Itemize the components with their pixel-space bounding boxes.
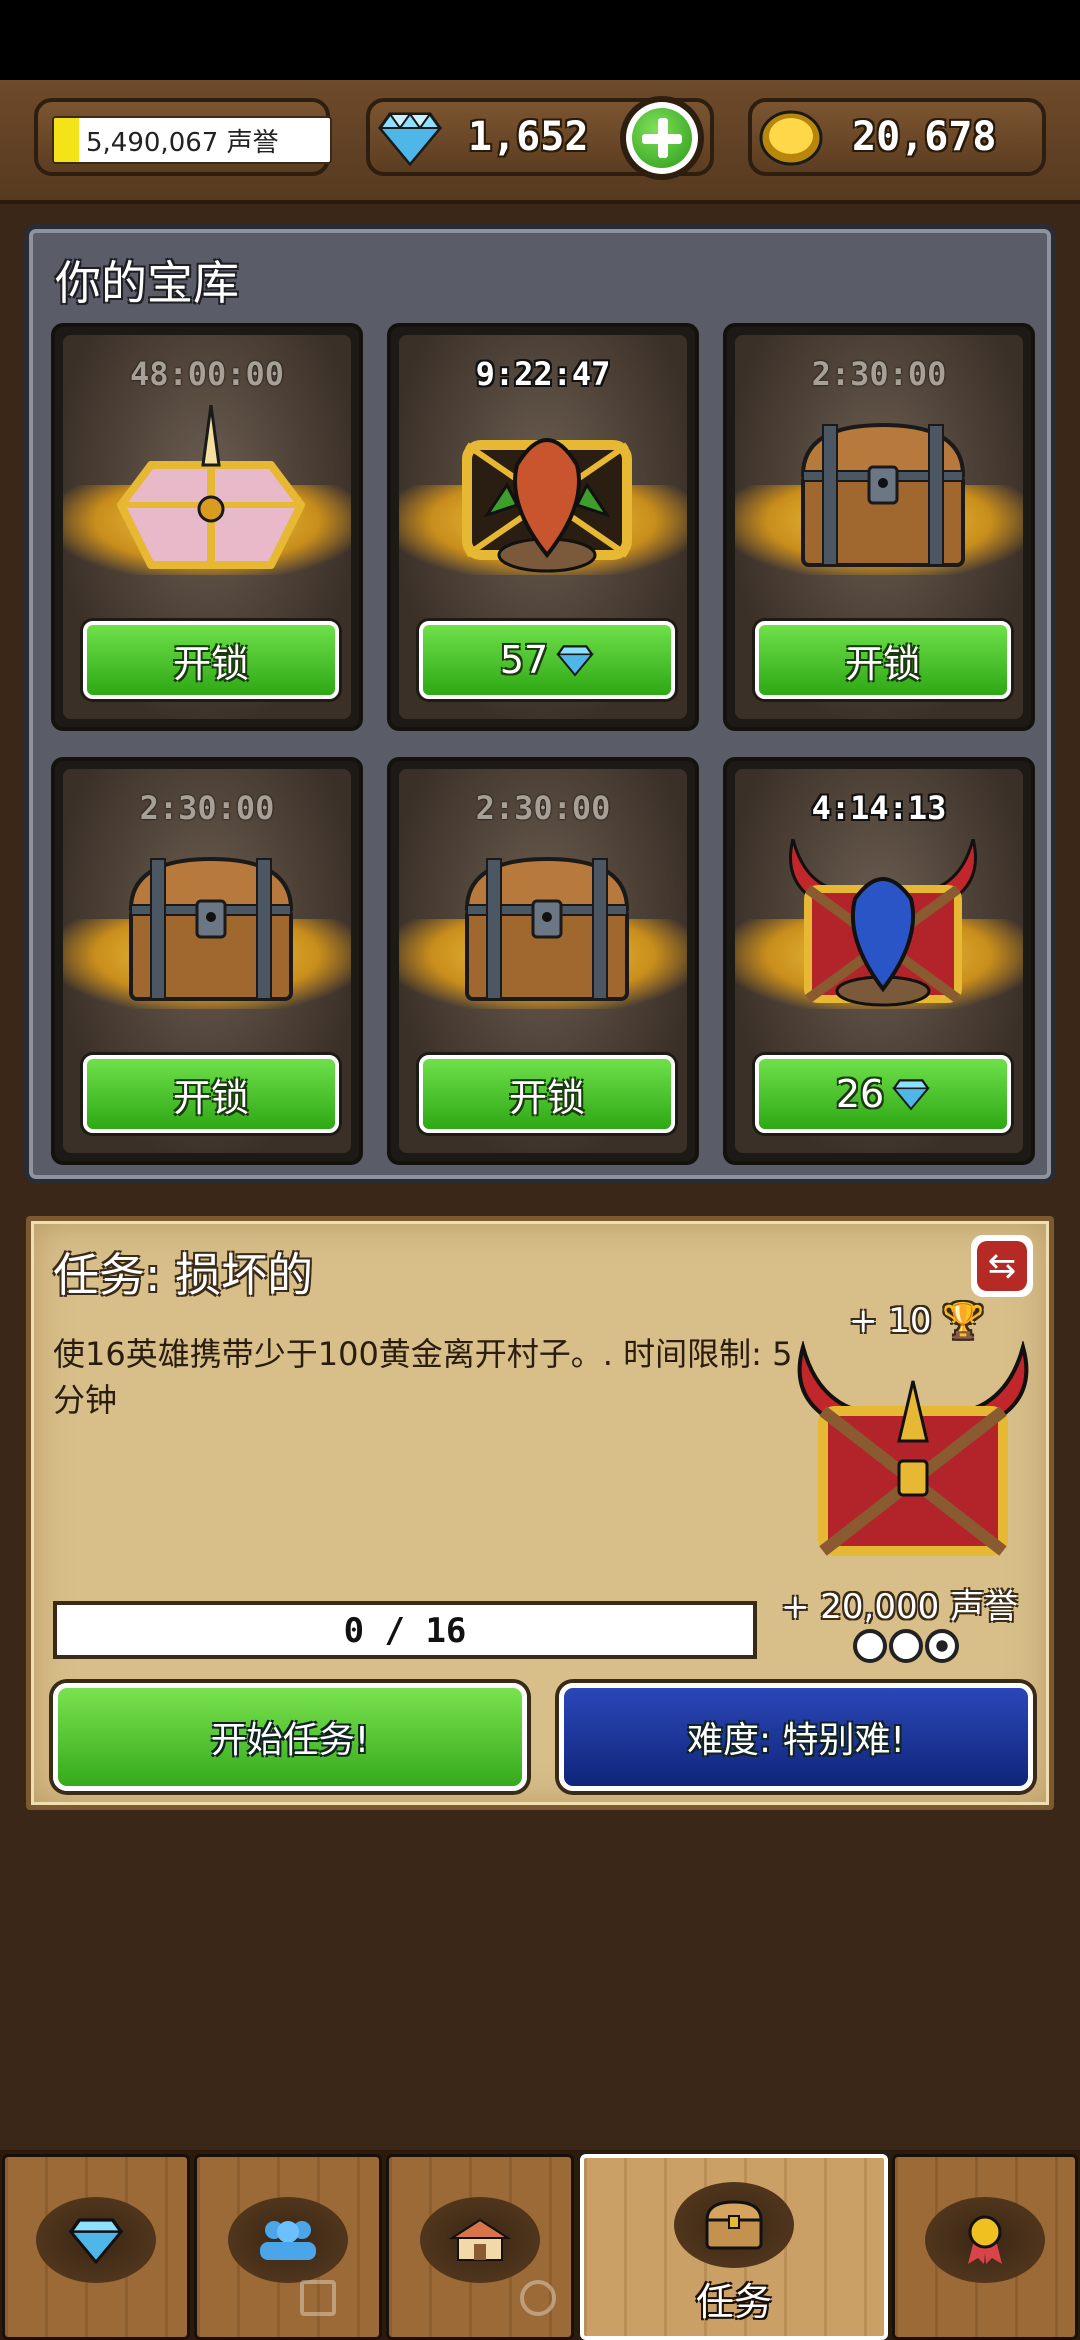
reputation-reward: + 20,000 声誉 xyxy=(781,1587,1019,1627)
difficulty-stars xyxy=(853,1629,959,1663)
chest-timer: 4:14:13 xyxy=(811,789,947,827)
chest-timer: 48:00:00 xyxy=(129,355,285,393)
gold-pill: 20,678 xyxy=(748,98,1046,176)
heroes-icon xyxy=(228,2197,348,2283)
chest-slot-6[interactable]: 4:14:13 26 xyxy=(723,757,1035,1165)
status-bar xyxy=(0,0,1080,80)
add-gems-button[interactable] xyxy=(620,96,704,180)
reputation-value: 5,490,067 声誉 xyxy=(86,128,279,158)
chest-timer: 9:22:47 xyxy=(475,355,611,393)
diamond-shop-icon xyxy=(36,2197,156,2283)
reputation-bar-fill xyxy=(54,118,79,162)
gold-value: 20,678 xyxy=(852,114,997,160)
village-icon xyxy=(420,2197,540,2283)
bottom-nav: 任务 xyxy=(0,2150,1080,2340)
difficulty-star xyxy=(853,1629,887,1663)
tab-quests-label: 任务 xyxy=(695,2280,772,2324)
goblin-horned-chest-icon xyxy=(789,839,977,1007)
reputation-pill: 5,490,067 声誉 xyxy=(34,98,332,176)
trophy-icon: 🏆 xyxy=(942,1301,985,1341)
gem-unlock-button[interactable]: 26 xyxy=(755,1055,1011,1133)
unlock-button[interactable]: 开锁 xyxy=(83,1055,339,1133)
difficulty-button[interactable]: 难度: 特别难! xyxy=(559,1683,1033,1791)
quest-description: 使16英雄携带少于100黄金离开村子。. 时间限制: 5分钟 xyxy=(53,1335,793,1419)
swap-quest-button[interactable]: ⇆ xyxy=(971,1235,1033,1297)
chest-timer: 2:30:00 xyxy=(139,789,275,827)
goblin-opening-chest-icon xyxy=(462,438,632,573)
quest-progress-text: 0 / 16 xyxy=(343,1611,467,1651)
gems-value: 1,652 xyxy=(468,114,589,160)
tab-quests[interactable]: 任务 xyxy=(580,2154,888,2340)
system-recents-button[interactable] xyxy=(300,2280,336,2316)
treasure-chest-icon xyxy=(674,2182,794,2268)
tab-shop[interactable] xyxy=(2,2154,190,2340)
tab-heroes[interactable] xyxy=(194,2154,382,2340)
unlock-button[interactable]: 开锁 xyxy=(755,621,1011,699)
unlock-button[interactable]: 开锁 xyxy=(419,1055,675,1133)
gold-coin-icon xyxy=(759,110,823,166)
wooden-chest-icon xyxy=(128,856,294,1001)
quest-progress-bar: 0 / 16 xyxy=(53,1601,757,1659)
gem-unlock-button[interactable]: 57 xyxy=(419,621,675,699)
chest-slot-1[interactable]: 48:00:00 开锁 xyxy=(51,323,363,731)
currency-bar: 5,490,067 声誉 1,652 20,678 xyxy=(0,80,1080,204)
diamond-icon xyxy=(556,645,594,677)
vault-panel: 你的宝库 48:00:00 开锁 9:22:47 57 2:30:00 开锁 2… xyxy=(24,224,1056,1184)
difficulty-star xyxy=(925,1629,959,1663)
chest-timer: 2:30:00 xyxy=(475,789,611,827)
plus-icon xyxy=(632,108,692,168)
quest-panel: 任务: 损坏的 ⇆ 使16英雄携带少于100黄金离开村子。. 时间限制: 5分钟… xyxy=(26,1216,1054,1810)
medal-icon xyxy=(925,2197,1045,2283)
quest-title: 任务: 损坏的 xyxy=(53,1248,314,1302)
chest-slot-3[interactable]: 2:30:00 开锁 xyxy=(723,323,1035,731)
unicorn-chest-icon xyxy=(117,405,305,569)
swap-icon: ⇆ xyxy=(977,1241,1027,1291)
system-home-button[interactable] xyxy=(520,2280,556,2316)
diamond-icon xyxy=(378,112,442,167)
chest-slot-4[interactable]: 2:30:00 开锁 xyxy=(51,757,363,1165)
tab-achievements[interactable] xyxy=(892,2154,1078,2340)
chest-slot-2[interactable]: 9:22:47 57 xyxy=(387,323,699,731)
start-quest-button[interactable]: 开始任务! xyxy=(53,1683,527,1791)
wooden-chest-icon xyxy=(800,422,966,567)
diamond-icon xyxy=(892,1079,930,1111)
reputation-bar: 5,490,067 声誉 xyxy=(52,116,332,164)
vault-title: 你的宝库 xyxy=(55,256,239,310)
unlock-button[interactable]: 开锁 xyxy=(83,621,339,699)
horned-chest-reward-icon xyxy=(797,1341,1029,1556)
chest-timer: 2:30:00 xyxy=(811,355,947,393)
chest-slot-5[interactable]: 2:30:00 开锁 xyxy=(387,757,699,1165)
wooden-chest-icon xyxy=(464,856,630,1001)
trophy-reward: + 10 🏆 xyxy=(849,1301,985,1341)
difficulty-star xyxy=(889,1629,923,1663)
